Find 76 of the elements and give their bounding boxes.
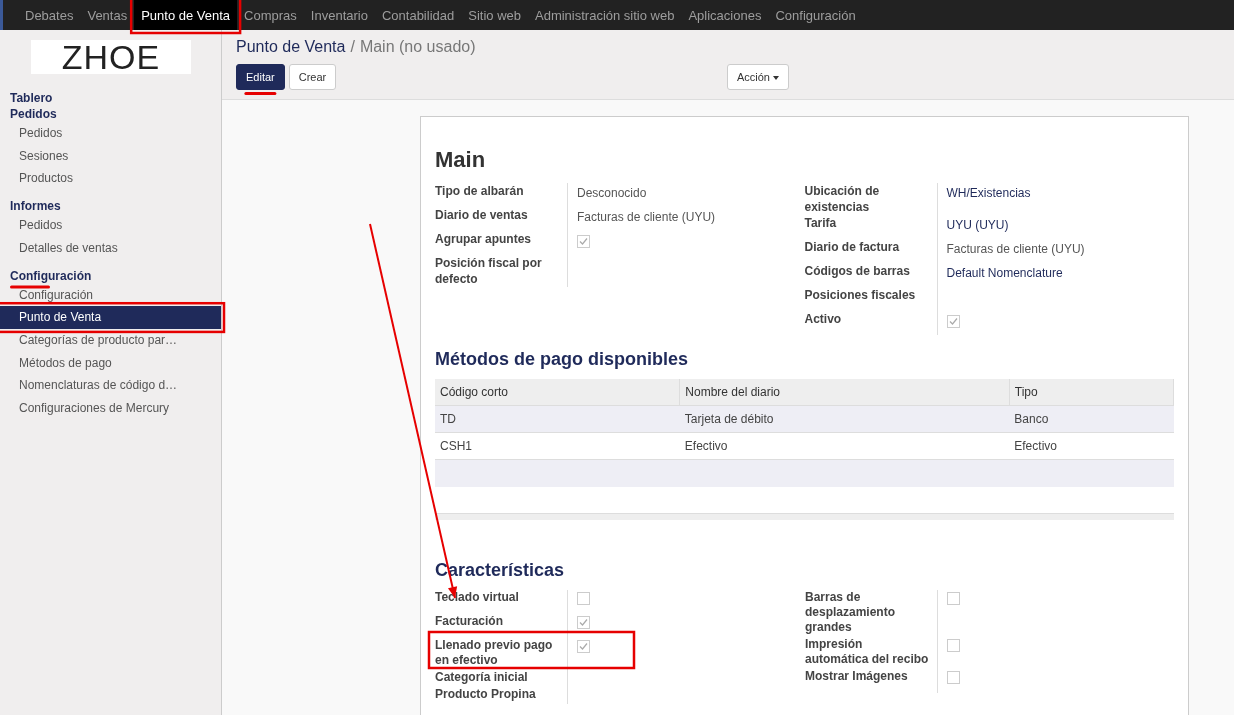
sidebar-item[interactable]: Métodos de pago: [0, 351, 221, 375]
sidebar-item[interactable]: Configuración: [0, 283, 221, 307]
field-label: Posición fiscal por defecto: [435, 256, 542, 286]
menu-item[interactable]: Configuración: [768, 0, 863, 30]
checkbox[interactable]: [577, 592, 590, 605]
menu-item[interactable]: Compras: [237, 0, 304, 30]
field-label: Producto Propina: [435, 687, 536, 701]
sidebar-item[interactable]: Detalles de ventas: [0, 236, 221, 260]
table-cell: TD: [435, 405, 680, 433]
field-link[interactable]: UYU (UYU): [946, 218, 1009, 232]
field-label: Posiciones fiscales: [804, 288, 916, 302]
sidebar-heading[interactable]: Tablero: [10, 90, 53, 106]
menu-item[interactable]: Inventario: [303, 0, 375, 30]
field-label: Diario de ventas: [435, 208, 528, 222]
field-label: Categoría inicial: [435, 670, 528, 684]
table-cell: CSH1: [435, 432, 680, 460]
sidebar-heading[interactable]: Pedidos: [10, 106, 57, 122]
sidebar-item[interactable]: Categorías de producto par…: [0, 328, 221, 352]
menu-item[interactable]: Ventas: [80, 0, 135, 30]
menu-item[interactable]: Aplicaciones: [681, 0, 769, 30]
field-value: Desconocido: [577, 186, 647, 200]
checkbox[interactable]: [946, 315, 960, 328]
table-cell: Efectivo: [1009, 432, 1174, 460]
breadcrumb-separator: /: [350, 38, 355, 56]
checkbox[interactable]: [947, 592, 960, 605]
table-cell: Banco: [1009, 405, 1174, 433]
checkbox[interactable]: [577, 235, 590, 248]
field-label: Mostrar Imágenes: [805, 669, 908, 683]
sidebar-item[interactable]: Configuraciones de Mercury: [0, 397, 221, 420]
sidebar-item[interactable]: Pedidos: [0, 122, 221, 145]
menu-item[interactable]: Punto de Venta: [134, 0, 238, 30]
sidebar-item[interactable]: Nomenclaturas de código d…: [0, 374, 221, 398]
field-label: Llenado previo pago en efectivo: [435, 638, 553, 667]
field-label: Ubicación de existencias: [804, 184, 880, 214]
breadcrumb-link[interactable]: Punto de Venta: [236, 38, 346, 56]
menu-item[interactable]: Administración sitio web: [528, 0, 682, 30]
menu-item[interactable]: Debates: [18, 0, 81, 30]
field-value: Facturas de cliente (UYU): [577, 210, 716, 224]
sidebar-item[interactable]: Productos: [0, 167, 221, 191]
column-header[interactable]: Código corto: [435, 379, 680, 406]
menu-item[interactable]: Contabilidad: [374, 0, 462, 30]
edit-button[interactable]: Editar: [236, 64, 285, 90]
sidebar-heading[interactable]: Configuración: [10, 267, 92, 284]
field-value: Facturas de cliente (UYU): [946, 242, 1085, 256]
column-header[interactable]: Tipo: [1009, 379, 1174, 406]
column-header[interactable]: Nombre del diario: [679, 379, 1010, 406]
sidebar-item[interactable]: Sesiones: [0, 144, 221, 168]
field-label: Códigos de barras: [804, 264, 910, 278]
field-link[interactable]: WH/Existencias: [946, 186, 1031, 200]
table-cell: Efectivo: [679, 432, 1010, 460]
field-label: Tarifa: [804, 216, 837, 230]
sidebar-heading[interactable]: Informes: [10, 198, 61, 215]
field-label: Teclado virtual: [435, 590, 519, 604]
checkbox[interactable]: [947, 639, 960, 652]
field-label: Facturación: [435, 614, 503, 628]
checkbox[interactable]: [947, 671, 960, 684]
logo: ZHOE: [31, 40, 191, 74]
action-dropdown[interactable]: Acción: [726, 64, 789, 90]
field-link[interactable]: Default Nomenclature: [946, 266, 1063, 280]
field-label: Agrupar apuntes: [435, 232, 531, 246]
sidebar-item[interactable]: Punto de Venta: [0, 306, 221, 329]
form-title: Main: [435, 147, 487, 173]
field-label: Barras de desplazamiento grandes: [805, 590, 896, 634]
table-cell: Tarjeta de débito: [679, 405, 1010, 433]
breadcrumb-current: Main (no usado): [359, 38, 476, 56]
checkbox[interactable]: [577, 616, 590, 629]
field-label: Impresión automática del recibo: [805, 637, 929, 666]
field-label: Activo: [804, 312, 842, 326]
caret-icon: [773, 76, 779, 81]
checkbox[interactable]: [577, 640, 590, 653]
create-button[interactable]: Crear: [288, 64, 337, 90]
menu-item[interactable]: Sitio web: [461, 0, 528, 30]
section-title: Métodos de pago disponibles: [435, 349, 689, 370]
field-label: Diario de factura: [804, 240, 900, 254]
sidebar-item[interactable]: Pedidos: [0, 214, 221, 237]
field-label: Tipo de albarán: [435, 184, 524, 198]
